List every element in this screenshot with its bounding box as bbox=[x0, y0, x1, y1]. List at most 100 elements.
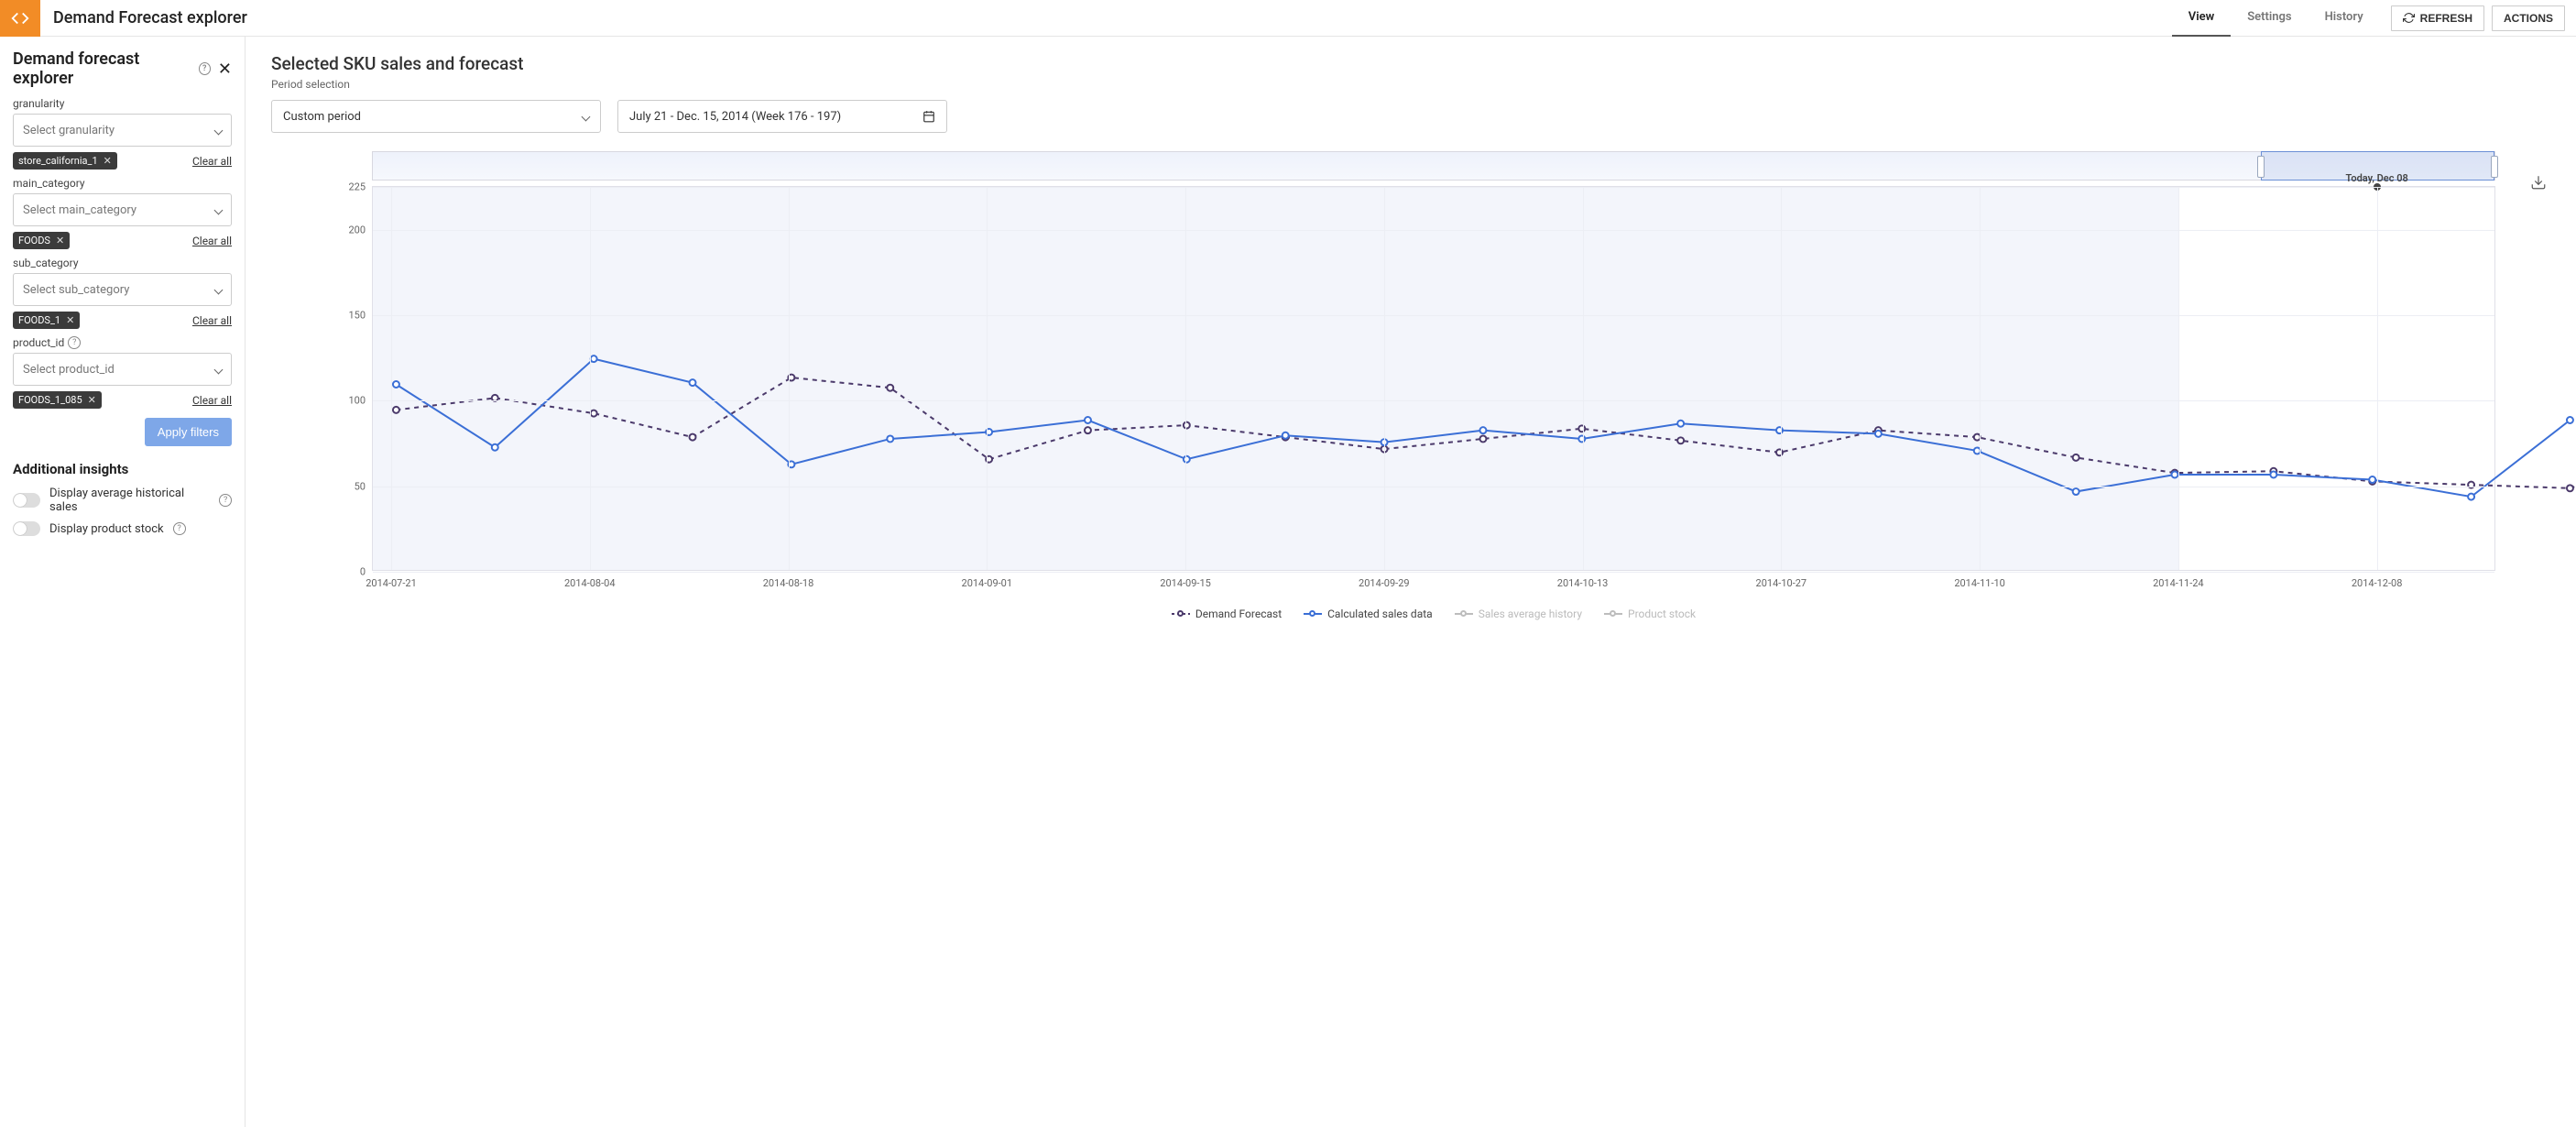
filter-chip-product_id[interactable]: FOODS_1_085✕ bbox=[13, 391, 102, 409]
help-icon[interactable]: ? bbox=[68, 336, 81, 349]
main-area: Selected SKU sales and forecast Period s… bbox=[246, 37, 2576, 1127]
chevron-down-icon bbox=[214, 365, 224, 374]
refresh-button[interactable]: REFRESH bbox=[2391, 5, 2484, 31]
legend-marker bbox=[1304, 609, 1322, 618]
legend-item[interactable]: Demand Forecast bbox=[1172, 607, 1282, 620]
calendar-icon bbox=[922, 110, 935, 123]
sidebar-title: Demand forecast explorer ? bbox=[13, 49, 211, 88]
toggle-switch-1[interactable] bbox=[13, 521, 40, 536]
legend-item[interactable]: Calculated sales data bbox=[1304, 607, 1433, 620]
x-tick-label: 2014-11-10 bbox=[1954, 577, 2005, 589]
app-header: Demand Forecast explorer ViewSettingsHis… bbox=[0, 0, 2576, 37]
apply-filters-button[interactable]: Apply filters bbox=[145, 418, 232, 446]
chart-svg bbox=[373, 187, 2494, 570]
actions-button[interactable]: ACTIONS bbox=[2492, 5, 2565, 31]
filter-chip-sub_category[interactable]: FOODS_1✕ bbox=[13, 312, 80, 329]
date-range-select[interactable]: July 21 - Dec. 15, 2014 (Week 176 - 197) bbox=[617, 100, 947, 133]
refresh-label: REFRESH bbox=[2420, 12, 2472, 25]
x-tick-label: 2014-08-04 bbox=[564, 577, 616, 589]
x-tick-label: 2014-11-24 bbox=[2153, 577, 2204, 589]
filter-label-sub_category: sub_category bbox=[13, 257, 232, 269]
header-tab-view[interactable]: View bbox=[2172, 0, 2231, 37]
y-tick-label: 0 bbox=[360, 566, 366, 578]
actions-label: ACTIONS bbox=[2504, 12, 2553, 25]
chevron-down-icon bbox=[214, 205, 224, 214]
legend-item[interactable]: Sales average history bbox=[1455, 607, 1582, 620]
legend-label: Calculated sales data bbox=[1327, 607, 1433, 620]
toggle-switch-0[interactable] bbox=[13, 493, 40, 508]
header-tabs: ViewSettingsHistory bbox=[2172, 0, 2380, 37]
toggle-label-1: Display product stock bbox=[49, 522, 164, 536]
date-range-value: July 21 - Dec. 15, 2014 (Week 176 - 197) bbox=[629, 110, 841, 124]
clear-all-main_category[interactable]: Clear all bbox=[192, 235, 232, 247]
clear-all-granularity[interactable]: Clear all bbox=[192, 155, 232, 168]
chart-title: Selected SKU sales and forecast bbox=[271, 53, 2550, 74]
x-tick-label: 2014-12-08 bbox=[2352, 577, 2403, 589]
chart-container: Today, Dec 08 0501001502002252014-07-212… bbox=[372, 151, 2495, 620]
clear-all-product_id[interactable]: Clear all bbox=[192, 394, 232, 407]
filter-label-main_category: main_category bbox=[13, 177, 232, 190]
sidebar-title-text: Demand forecast explorer bbox=[13, 49, 193, 88]
download-icon[interactable] bbox=[2530, 174, 2547, 194]
filter-select-main_category[interactable]: Select main_category bbox=[13, 193, 232, 226]
chip-remove-icon[interactable]: ✕ bbox=[88, 394, 96, 406]
app-logo bbox=[0, 0, 40, 37]
legend-item[interactable]: Product stock bbox=[1604, 607, 1696, 620]
filter-main_category: main_category Select main_category FOODS✕ C… bbox=[13, 177, 232, 249]
y-tick-label: 150 bbox=[348, 310, 366, 322]
filter-label-granularity: granularity bbox=[13, 97, 232, 110]
header-actions: REFRESH ACTIONS bbox=[2380, 5, 2576, 31]
sidebar: Demand forecast explorer ? ✕ granularity… bbox=[0, 37, 246, 1127]
help-icon[interactable]: ? bbox=[219, 494, 232, 507]
legend-label: Sales average history bbox=[1479, 607, 1582, 620]
filter-select-sub_category[interactable]: Select sub_category bbox=[13, 273, 232, 306]
chip-remove-icon[interactable]: ✕ bbox=[66, 314, 74, 326]
toggle-row-0: Display average historical sales ? bbox=[13, 487, 232, 514]
legend-marker bbox=[1455, 609, 1473, 618]
toggle-label-0: Display average historical sales bbox=[49, 487, 210, 514]
chart-minimap[interactable] bbox=[372, 151, 2495, 181]
chevron-down-icon bbox=[582, 112, 591, 121]
period-mode-select[interactable]: Custom period bbox=[271, 100, 601, 133]
period-mode-value: Custom period bbox=[283, 110, 361, 124]
help-icon[interactable]: ? bbox=[173, 522, 186, 535]
minimap-handle-right[interactable] bbox=[2491, 156, 2498, 178]
y-tick-label: 225 bbox=[348, 181, 366, 193]
filter-chip-main_category[interactable]: FOODS✕ bbox=[13, 232, 70, 249]
filter-select-product_id[interactable]: Select product_id bbox=[13, 353, 232, 386]
x-tick-label: 2014-09-01 bbox=[962, 577, 1013, 589]
x-tick-label: 2014-10-27 bbox=[1756, 577, 1807, 589]
chip-remove-icon[interactable]: ✕ bbox=[56, 235, 64, 246]
legend-label: Product stock bbox=[1628, 607, 1696, 620]
minimap-handle-left[interactable] bbox=[2257, 156, 2265, 178]
x-tick-label: 2014-07-21 bbox=[366, 577, 417, 589]
legend-marker bbox=[1604, 609, 1622, 618]
header-tab-settings[interactable]: Settings bbox=[2231, 0, 2308, 37]
chart-plot[interactable]: Today, Dec 08 0501001502002252014-07-212… bbox=[372, 186, 2495, 571]
filter-granularity: granularity Select granularity store_calif… bbox=[13, 97, 232, 170]
chip-remove-icon[interactable]: ✕ bbox=[104, 155, 112, 167]
app-title: Demand Forecast explorer bbox=[53, 8, 247, 27]
filter-placeholder: Select product_id bbox=[23, 363, 115, 377]
close-icon[interactable]: ✕ bbox=[211, 58, 232, 81]
filter-chip-granularity[interactable]: store_california_1✕ bbox=[13, 152, 117, 170]
chevron-down-icon bbox=[214, 285, 224, 294]
header-tab-history[interactable]: History bbox=[2309, 0, 2380, 37]
x-tick-label: 2014-08-18 bbox=[763, 577, 814, 589]
filter-product_id: product_id ? Select product_id FOODS_1_085… bbox=[13, 336, 232, 409]
y-tick-label: 100 bbox=[348, 395, 366, 407]
refresh-icon bbox=[2403, 12, 2415, 24]
code-icon bbox=[10, 8, 30, 28]
y-tick-label: 50 bbox=[355, 480, 366, 492]
toggle-row-1: Display product stock ? bbox=[13, 521, 232, 536]
legend-marker bbox=[1172, 609, 1190, 618]
filter-placeholder: Select sub_category bbox=[23, 283, 129, 297]
filter-label-product_id: product_id ? bbox=[13, 336, 232, 349]
help-icon[interactable]: ? bbox=[199, 62, 211, 75]
period-selection-label: Period selection bbox=[271, 78, 2550, 91]
x-tick-label: 2014-09-29 bbox=[1359, 577, 1410, 589]
additional-insights-heading: Additional insights bbox=[13, 461, 232, 477]
chevron-down-icon bbox=[214, 126, 224, 135]
clear-all-sub_category[interactable]: Clear all bbox=[192, 314, 232, 327]
filter-select-granularity[interactable]: Select granularity bbox=[13, 114, 232, 147]
